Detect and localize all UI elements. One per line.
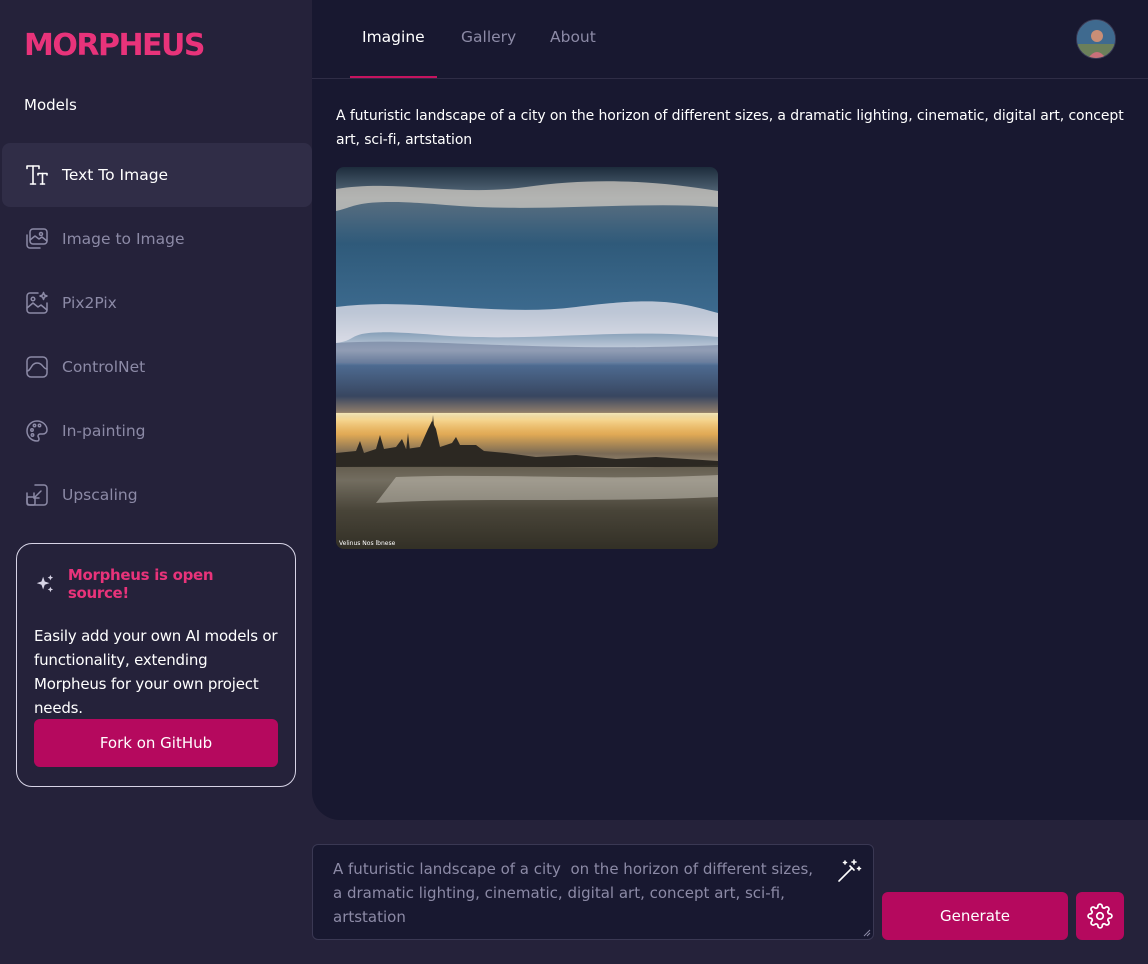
image-to-image-icon — [24, 226, 50, 252]
gear-icon — [1087, 903, 1113, 929]
user-avatar[interactable] — [1076, 19, 1116, 59]
sidebar-item-image-to-image[interactable]: Image to Image — [2, 207, 312, 271]
generated-image[interactable]: Velinus Nos lbnese — [336, 167, 718, 549]
sidebar-item-in-painting[interactable]: In-painting — [2, 399, 312, 463]
sidebar-item-controlnet[interactable]: ControlNet — [2, 335, 312, 399]
sidebar: MORPHEUS Models Text To Image Image to I… — [0, 0, 312, 964]
image-sparkle-icon — [24, 290, 50, 316]
image-watermark: Velinus Nos lbnese — [339, 540, 396, 547]
settings-button[interactable] — [1076, 892, 1124, 940]
magic-wand-icon[interactable] — [835, 857, 863, 885]
promo-title: Morpheus is open source! — [67, 566, 214, 602]
sidebar-item-pix2pix[interactable]: Pix2Pix — [2, 271, 312, 335]
sidebar-item-label: Pix2Pix — [62, 294, 117, 312]
main-panel: Imagine Gallery About A futuristic lands… — [312, 0, 1148, 820]
avatar-image — [1077, 20, 1115, 58]
generate-button[interactable]: Generate — [882, 892, 1068, 940]
prompt-input-container: A futuristic landscape of a city on the … — [312, 844, 874, 940]
sidebar-item-label: In-painting — [62, 422, 146, 440]
sidebar-item-label: Upscaling — [62, 486, 138, 504]
tab-imagine[interactable]: Imagine — [362, 28, 425, 46]
prompt-input[interactable]: A futuristic landscape of a city on the … — [333, 857, 823, 935]
tab-about[interactable]: About — [550, 28, 596, 46]
text-icon — [24, 162, 50, 188]
sidebar-item-label: Text To Image — [62, 166, 169, 184]
upscale-icon — [24, 482, 50, 508]
palette-icon — [24, 418, 50, 444]
top-nav: Imagine Gallery About — [312, 0, 1148, 79]
app-logo[interactable]: MORPHEUS — [24, 28, 206, 63]
models-nav: Text To Image Image to Image Pix2Pix Con… — [0, 143, 312, 527]
sidebar-item-label: Image to Image — [62, 230, 185, 248]
open-source-promo-card: Morpheus is open source! Easily add your… — [16, 543, 296, 787]
sidebar-item-upscaling[interactable]: Upscaling — [2, 463, 312, 527]
sparkles-icon — [36, 574, 54, 593]
active-tab-indicator — [350, 76, 437, 78]
resize-grip-icon[interactable] — [863, 929, 871, 937]
promo-description: Easily add your own AI models or functio… — [34, 627, 278, 717]
tab-gallery[interactable]: Gallery — [461, 28, 516, 46]
sidebar-item-label: ControlNet — [62, 358, 146, 376]
result-prompt-text: A futuristic landscape of a city on the … — [336, 108, 1124, 148]
controlnet-icon — [24, 354, 50, 380]
models-section-title: Models — [24, 96, 77, 114]
fork-on-github-button[interactable]: Fork on GitHub — [34, 719, 278, 767]
sidebar-item-text-to-image[interactable]: Text To Image — [2, 143, 312, 207]
